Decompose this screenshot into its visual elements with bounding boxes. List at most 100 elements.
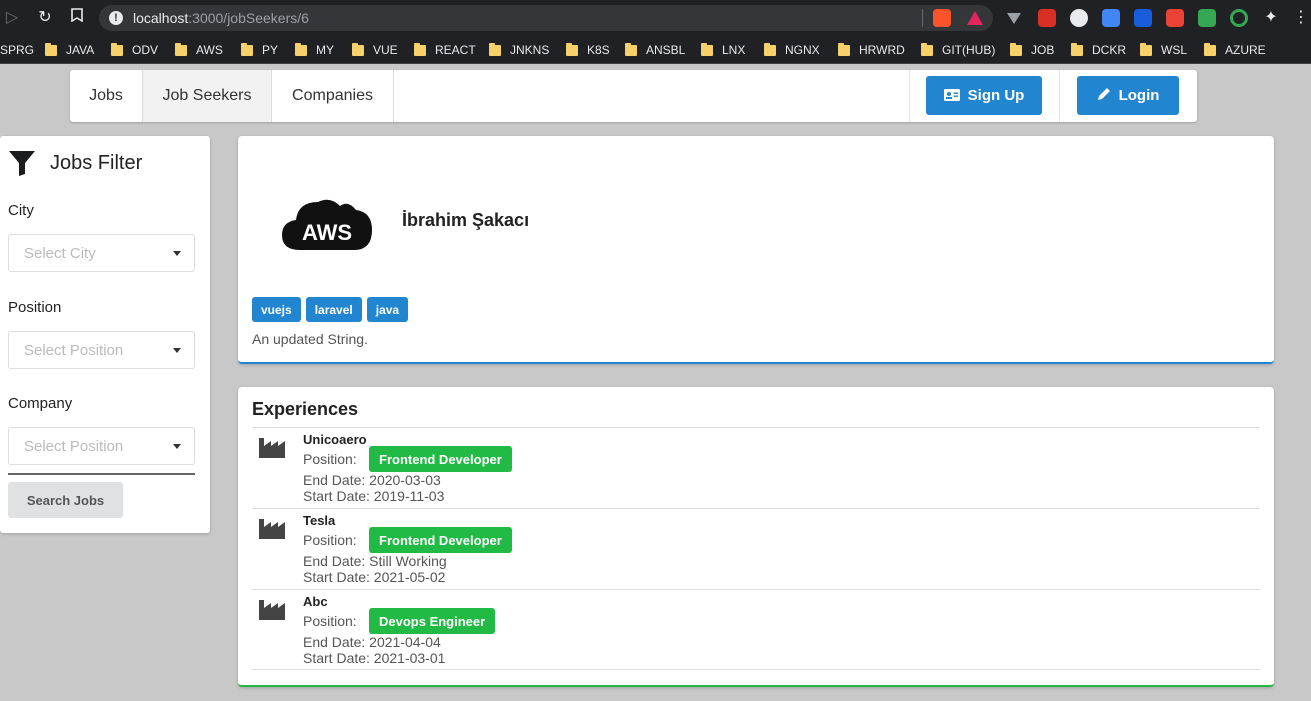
site-info-icon[interactable]: !	[109, 11, 123, 25]
bookmark-folder[interactable]: LNX	[701, 42, 745, 58]
address-bar[interactable]: ! localhost:3000/jobSeekers/6	[99, 5, 993, 31]
city-label: City	[8, 202, 34, 219]
bookmark-folder[interactable]: AZURE	[1204, 42, 1266, 58]
folder-icon	[1140, 42, 1152, 56]
skill-tag[interactable]: laravel	[305, 297, 362, 322]
dropdown-caret-icon	[173, 251, 181, 256]
folder-icon	[764, 42, 776, 56]
folder-icon	[701, 42, 713, 56]
city-placeholder: Select City	[24, 245, 96, 262]
profile-card: AWS İbrahim Şakacı vuejs laravel java An…	[238, 136, 1274, 364]
bookmark-folder[interactable]: PY	[241, 42, 278, 58]
dropdown-caret-icon	[173, 348, 181, 353]
jobs-filter-panel: Jobs Filter City Select City Position Se…	[0, 136, 210, 533]
folder-icon	[1010, 42, 1022, 56]
nav-job-seekers[interactable]: Job Seekers	[143, 70, 272, 122]
folder-icon	[414, 42, 426, 56]
url-text: localhost:3000/jobSeekers/6	[133, 10, 309, 26]
filter-icon	[9, 151, 35, 176]
filter-title-text: Jobs Filter	[50, 151, 143, 174]
bookmark-item[interactable]: SPRG	[0, 42, 34, 58]
position-label: Position:	[303, 613, 357, 629]
position-select[interactable]: Select Position	[8, 331, 195, 369]
extension-icon[interactable]	[1070, 9, 1088, 27]
bookmark-folder[interactable]: DCKR	[1071, 42, 1126, 58]
reload-icon[interactable]: ↻	[35, 8, 55, 28]
folder-icon	[352, 42, 364, 56]
bookmark-folder[interactable]: AWS	[175, 42, 223, 58]
translate-icon[interactable]	[1102, 9, 1120, 27]
folder-icon	[838, 42, 850, 56]
filter-divider	[8, 473, 195, 475]
bookmark-folder[interactable]: JOB	[1010, 42, 1054, 58]
skill-tag[interactable]: java	[366, 297, 409, 322]
factory-icon	[259, 600, 285, 620]
folder-icon	[295, 42, 307, 56]
bookmark-folder[interactable]: ODV	[111, 42, 158, 58]
experience-item: Tesla Position: Frontend Developer End D…	[252, 508, 1260, 589]
position-label: Position:	[303, 451, 357, 467]
city-select[interactable]: Select City	[8, 234, 195, 272]
menu-icon[interactable]: ⋮	[1291, 8, 1311, 28]
folder-icon	[921, 42, 933, 56]
experiences-card: Experiences Unicoaero Position: Frontend…	[238, 387, 1274, 687]
folder-icon	[1204, 42, 1216, 56]
company-placeholder: Select Position	[24, 438, 124, 455]
nav-companies[interactable]: Companies	[272, 70, 394, 122]
seeker-bio: An updated String.	[252, 331, 368, 347]
seeker-name: İbrahim Şakacı	[402, 210, 530, 230]
company-label: Company	[8, 395, 73, 412]
folder-icon	[566, 42, 578, 56]
bookmark-icon[interactable]	[67, 8, 87, 28]
bookmark-folder[interactable]: K8S	[566, 42, 610, 58]
bookmark-folder[interactable]: VUE	[352, 42, 398, 58]
factory-icon	[259, 519, 285, 539]
bookmark-folder[interactable]: ANSBL	[625, 42, 685, 58]
id-card-icon	[943, 88, 960, 104]
search-jobs-button[interactable]: Search Jobs	[8, 482, 123, 518]
factory-icon	[259, 438, 285, 458]
folder-icon	[625, 42, 637, 56]
bookmark-folder[interactable]: REACT	[414, 42, 476, 58]
extension-icon[interactable]	[1230, 9, 1248, 27]
aws-logo: AWS	[282, 199, 372, 250]
position-badge: Frontend Developer	[369, 527, 512, 553]
bookmark-folder[interactable]: GIT(HUB)	[921, 42, 995, 58]
start-date: Start Date: 2019-11-03	[303, 488, 445, 504]
start-date: Start Date: 2021-05-02	[303, 569, 446, 585]
extension-icon[interactable]	[1166, 9, 1184, 27]
bitwarden-icon[interactable]	[1134, 9, 1152, 27]
sign-up-label: Sign Up	[967, 87, 1025, 104]
experience-company: Unicoaero	[303, 432, 367, 447]
play-icon[interactable]: ▷	[2, 8, 22, 28]
nav-jobs[interactable]: Jobs	[70, 70, 143, 122]
bookmark-folder[interactable]: JAVA	[45, 42, 94, 58]
bookmark-folder[interactable]: JNKNS	[489, 42, 549, 58]
bookmark-folder[interactable]: NGNX	[764, 42, 820, 58]
brave-shield-icon[interactable]	[933, 9, 951, 27]
bookmark-folder[interactable]: HRWRD	[838, 42, 905, 58]
end-date: End Date: 2020-03-03	[303, 472, 441, 488]
experiences-title: Experiences	[252, 399, 359, 419]
sign-up-button[interactable]: Sign Up	[926, 76, 1042, 115]
login-button[interactable]: Login	[1077, 76, 1179, 115]
bookmark-folder[interactable]: WSL	[1140, 42, 1187, 58]
skill-tags: vuejs laravel java	[252, 297, 409, 322]
extensions-puzzle-icon[interactable]: ✦	[1261, 8, 1281, 28]
browser-toolbar: ▷ ↻ ! localhost:3000/jobSeekers/6 ✦ ⋮	[0, 0, 1311, 36]
omnibox-divider	[922, 9, 923, 27]
position-badge: Frontend Developer	[369, 446, 512, 472]
folder-icon	[489, 42, 501, 56]
experience-item: Abc Position: Devops Engineer End Date: …	[252, 589, 1260, 670]
filter-title: Jobs Filter	[8, 149, 142, 177]
company-select[interactable]: Select Position	[8, 427, 195, 465]
brave-rewards-icon[interactable]	[966, 9, 984, 27]
dropdown-caret-icon	[173, 444, 181, 449]
bookmark-folder[interactable]: MY	[295, 42, 334, 58]
vpn-icon[interactable]	[1005, 9, 1023, 27]
skill-tag[interactable]: vuejs	[252, 297, 301, 322]
extension-icon[interactable]	[1198, 9, 1216, 27]
experience-company: Abc	[303, 594, 328, 609]
folder-icon	[111, 42, 123, 56]
extension-icon[interactable]	[1038, 9, 1056, 27]
